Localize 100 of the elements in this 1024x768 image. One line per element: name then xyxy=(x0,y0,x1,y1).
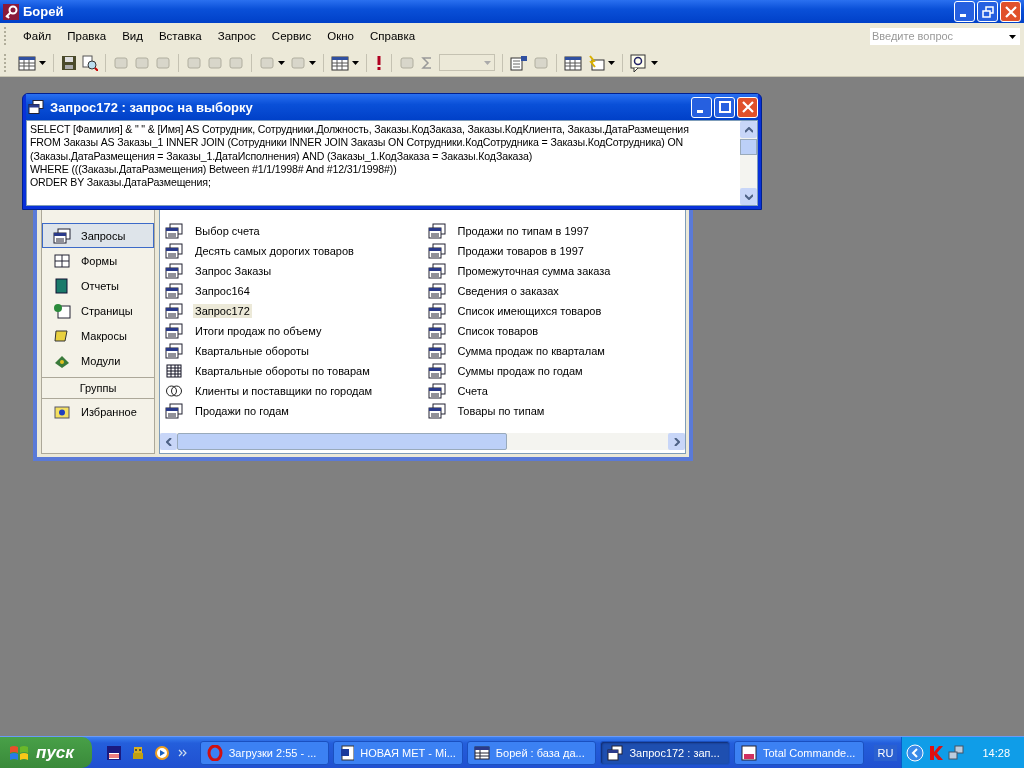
close-button[interactable] xyxy=(737,96,758,118)
sql-line: (Заказы.ДатаРазмещения = Заказы_1.ДатаИсполнения) AND (Заказы_1.КодЗаказа = Заказы.КодЗаказа) xyxy=(30,149,534,163)
query-icon xyxy=(427,303,446,319)
query-item[interactable]: Продажи по годам xyxy=(193,404,291,418)
query-icon xyxy=(427,283,446,299)
query-item[interactable]: Квартальные обороты xyxy=(193,344,311,358)
taskbar-button[interactable]: Total Commande... xyxy=(734,740,864,765)
query-item[interactable]: Сведения о заказах xyxy=(455,284,561,298)
taskbar-button[interactable]: Запрос172 : зап... xyxy=(600,740,730,765)
dropdown-arrow-icon[interactable] xyxy=(608,60,615,65)
query-icon xyxy=(607,744,624,761)
start-button[interactable]: пуск xyxy=(0,737,92,768)
query-icon xyxy=(427,323,446,339)
query-item[interactable]: Суммы продаж по годам xyxy=(455,364,585,378)
query-icon xyxy=(165,263,183,279)
taskbar-button[interactable]: Загрузки 2:55 - ... xyxy=(199,740,330,765)
query-item[interactable]: Квартальные обороты по товарам xyxy=(193,364,372,378)
query-item[interactable]: Продажи товаров в 1997 xyxy=(455,244,586,258)
scroll-right-icon[interactable] xyxy=(673,437,680,446)
language-indicator[interactable]: RU xyxy=(873,744,898,761)
menu-item[interactable]: Файл xyxy=(17,28,58,44)
taskbar-button[interactable]: Борей : база да... xyxy=(466,740,597,765)
scroll-up-icon[interactable] xyxy=(744,126,753,133)
menu-item[interactable]: Вид xyxy=(116,28,149,44)
sql-line: SELECT [Фамилия] & " " & [Имя] AS Сотрудник, Сотрудники.Должность, Заказы.КодЗаказа, Заказы.КодКлиента, Заказы.ДатаРазмещения xyxy=(30,123,690,137)
groups-header[interactable]: Группы xyxy=(42,377,154,399)
query-icon xyxy=(427,383,446,399)
close-icon xyxy=(741,101,754,113)
menu-item[interactable]: Сервис xyxy=(265,28,318,44)
query-item[interactable]: Промежуточная сумма заказа xyxy=(455,264,613,278)
dropdown-arrow-icon[interactable] xyxy=(309,60,316,65)
document-icon xyxy=(340,744,355,761)
query-icon xyxy=(427,243,446,259)
grid-icon[interactable] xyxy=(18,54,36,71)
query-item[interactable]: Список имеющихся товаров xyxy=(455,304,604,318)
scroll-down-icon[interactable] xyxy=(744,193,753,200)
taskbar-button[interactable]: НОВАЯ МЕТ - Mi... xyxy=(333,740,463,765)
object-type-item[interactable]: Страницы xyxy=(42,298,154,323)
query-item[interactable]: Товары по типам xyxy=(455,404,547,418)
maximize-button[interactable] xyxy=(714,96,735,118)
query-icon xyxy=(427,343,446,359)
network-icon[interactable] xyxy=(948,744,965,761)
query-item[interactable]: Сумма продаж по кварталам xyxy=(455,344,607,358)
menu-item[interactable]: Правка xyxy=(61,28,113,44)
chevron-left-icon[interactable] xyxy=(906,743,925,762)
scrollbar-thumb[interactable] xyxy=(740,139,757,155)
window-title: Запрос172 : запрос на выборку xyxy=(50,99,253,115)
maximize-icon xyxy=(718,101,731,113)
table-icon xyxy=(473,744,490,761)
help-search-field[interactable]: Введите вопрос xyxy=(870,27,1020,45)
dropdown-arrow-icon[interactable] xyxy=(39,60,46,65)
query-icon xyxy=(165,403,183,419)
query-item[interactable]: Счета xyxy=(455,384,490,398)
query-item[interactable]: Продажи по типам в 1997 xyxy=(455,224,591,238)
query-item[interactable]: Запрос172 xyxy=(193,304,252,318)
page-icon xyxy=(53,302,71,319)
table-icon xyxy=(165,363,183,379)
menu-item[interactable]: Запрос xyxy=(211,28,262,44)
chevron-icon[interactable] xyxy=(177,748,188,757)
key-icon xyxy=(3,3,19,20)
query-icon xyxy=(165,243,183,259)
dropdown-arrow-icon[interactable] xyxy=(278,60,285,65)
floppy-icon[interactable] xyxy=(61,54,77,71)
restore-icon xyxy=(981,5,994,18)
object-type-item[interactable]: Модули xyxy=(42,348,154,373)
media-player-icon[interactable] xyxy=(153,744,170,761)
menu-item[interactable]: Вставка xyxy=(152,28,208,44)
help-icon[interactable] xyxy=(630,53,648,72)
magnifier-icon[interactable] xyxy=(82,54,98,71)
properties-icon[interactable] xyxy=(510,54,528,71)
menu-item[interactable]: Справка xyxy=(363,28,422,44)
group-item[interactable]: Избранное xyxy=(42,399,154,424)
sql-line: FROM Заказы AS Заказы_1 INNER JOIN (Сотрудники INNER JOIN Заказы ON Сотрудники.КодСотрудника = Заказы.КодСотрудника) ON xyxy=(30,136,685,150)
close-button[interactable] xyxy=(1000,1,1021,22)
query-item[interactable]: Итоги продаж по объему xyxy=(193,324,324,338)
query-item[interactable]: Список товаров xyxy=(455,324,541,338)
floppy-icon[interactable] xyxy=(105,744,122,761)
menu-item[interactable]: Окно xyxy=(321,28,360,44)
query-item[interactable]: Выбор счета xyxy=(193,224,262,238)
minimize-button[interactable] xyxy=(954,1,975,22)
sigma-icon[interactable] xyxy=(420,54,434,71)
object-type-item[interactable]: Запросы xyxy=(42,223,154,248)
horizontal-scrollbar[interactable] xyxy=(160,433,685,450)
object-type-item[interactable]: Формы xyxy=(42,248,154,273)
dropdown-arrow-icon[interactable] xyxy=(651,60,658,65)
object-type-item[interactable]: Отчеты xyxy=(42,273,154,298)
vertical-scrollbar[interactable] xyxy=(740,121,757,205)
restore-button[interactable] xyxy=(977,1,998,22)
dropdown-arrow-icon[interactable] xyxy=(1009,34,1016,39)
dropdown-arrow-icon[interactable] xyxy=(352,60,359,65)
query-item[interactable]: Запрос Заказы xyxy=(193,264,274,278)
scroll-left-icon[interactable] xyxy=(165,437,172,446)
grid-icon[interactable] xyxy=(564,54,582,71)
sql-editor[interactable] xyxy=(26,120,758,206)
query-item[interactable]: Запрос164 xyxy=(193,284,252,298)
grid-icon[interactable] xyxy=(331,54,349,71)
minimize-button[interactable] xyxy=(691,96,712,118)
object-type-item[interactable]: Макросы xyxy=(42,323,154,348)
query-item[interactable]: Десять самых дорогих товаров xyxy=(193,244,356,258)
query-item[interactable]: Клиенты и поставщики по городам xyxy=(193,384,375,398)
